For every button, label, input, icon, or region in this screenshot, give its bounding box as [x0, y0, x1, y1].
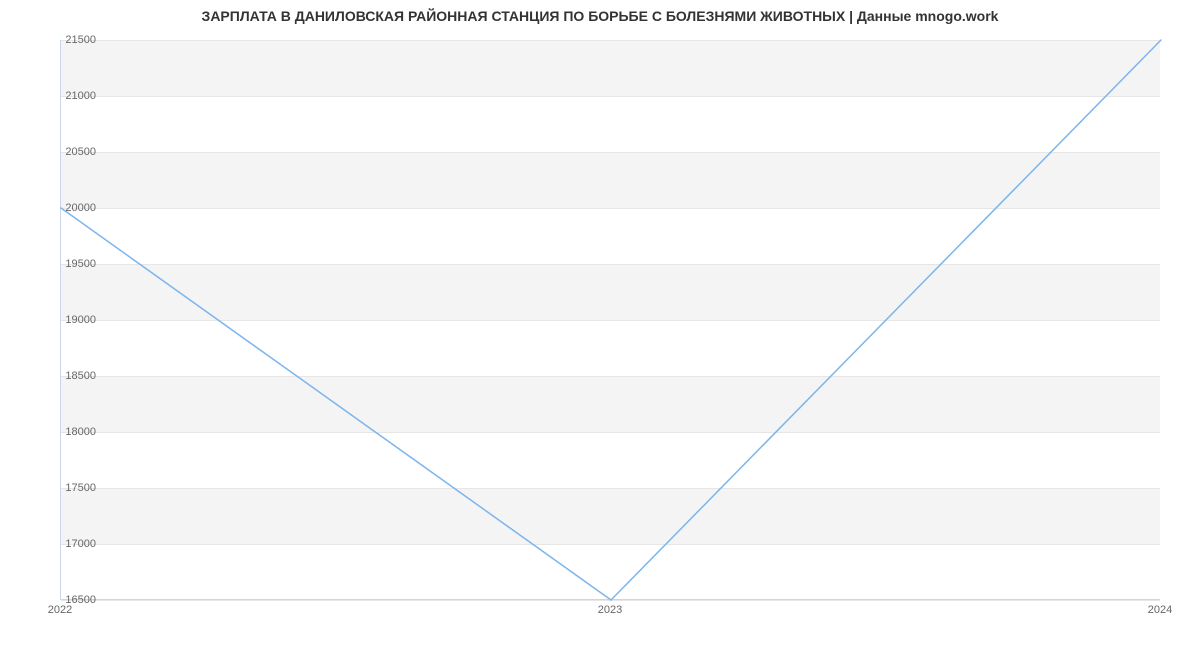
line-series — [61, 40, 1161, 600]
y-tick-label: 18000 — [51, 426, 96, 438]
x-tick-label: 2024 — [1148, 604, 1172, 616]
y-tick-label: 19000 — [51, 314, 96, 326]
y-tick-label: 21000 — [51, 90, 96, 102]
y-tick-label: 17500 — [51, 482, 96, 494]
y-tick-label: 17000 — [51, 538, 96, 550]
y-tick-label: 20500 — [51, 146, 96, 158]
y-tick-label: 19500 — [51, 258, 96, 270]
series-path — [61, 40, 1161, 600]
x-tick-label: 2022 — [48, 604, 72, 616]
y-tick-label: 21500 — [51, 34, 96, 46]
y-tick-label: 18500 — [51, 370, 96, 382]
chart-container: ЗАРПЛАТА В ДАНИЛОВСКАЯ РАЙОННАЯ СТАНЦИЯ … — [0, 0, 1200, 650]
x-tick-label: 2023 — [598, 604, 622, 616]
chart-title: ЗАРПЛАТА В ДАНИЛОВСКАЯ РАЙОННАЯ СТАНЦИЯ … — [0, 8, 1200, 24]
plot-area — [60, 40, 1160, 600]
y-tick-label: 20000 — [51, 202, 96, 214]
